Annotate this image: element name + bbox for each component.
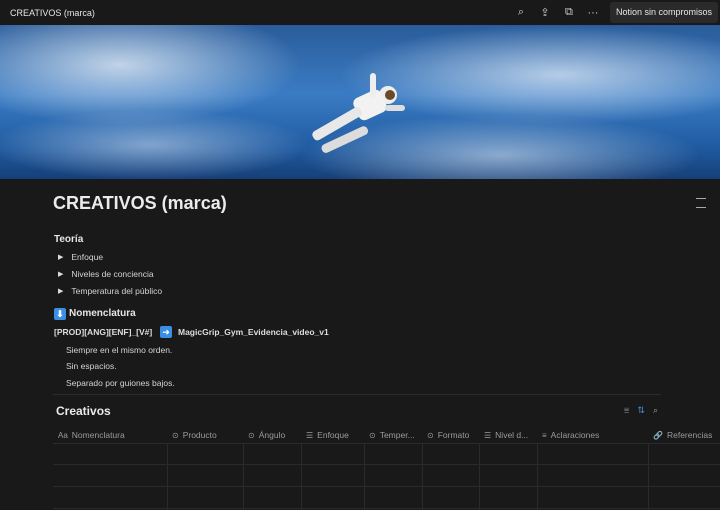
rule-note: Separado por guiones bajos. [66,378,175,388]
database-toolbar: ⩸ ⇅ ⌕ [624,405,658,416]
right-arrow-icon: ➜ [160,326,172,338]
toggle-label: Enfoque [71,252,104,262]
table-header: Aa Nomenclatura ⊙ Producto ⊙ Ángulo ☰ Enfoqu… [53,426,720,444]
table-row[interactable] [53,444,720,465]
column-label: Nivel d... [495,430,529,440]
duplicate-icon[interactable]: ⧉ [562,6,576,19]
column-header-producto[interactable]: ⊙ Producto [167,426,243,444]
more-icon[interactable]: ··· [586,7,600,19]
toggle-triangle-icon[interactable]: ▶ [58,287,63,295]
column-divider [648,444,649,510]
column-label: Temper... [379,430,415,440]
column-header-formato[interactable]: ⊙ Formato [422,426,479,444]
multi-select-icon: ☰ [306,430,314,440]
top-bar: CREATIVOS (marca) ⌕ ⇪ ⧉ ··· Notion sin c… [0,0,720,25]
search-icon[interactable]: ⌕ [514,6,528,19]
column-divider [301,444,302,510]
table-row[interactable] [53,488,720,509]
column-label: Formato [437,430,470,440]
column-divider [243,444,244,510]
column-divider [167,444,168,510]
filter-icon[interactable]: ⩸ [624,405,629,416]
toggle-enfoque[interactable]: ▶ Enfoque [58,252,103,262]
column-divider [479,444,480,510]
toggle-triangle-icon[interactable]: ▶ [58,270,63,278]
column-header-referencias[interactable]: 🔗 Referencias [648,426,720,444]
column-label: Referencias [666,430,713,440]
select-property-icon: ⊙ [248,430,255,440]
column-label: Nomenclatura [71,430,125,440]
column-label: Enfoque [317,430,349,440]
column-header-temperatura[interactable]: ⊙ Temper... [364,426,422,444]
rule-note: Siempre en el mismo orden. [66,345,173,355]
column-divider [537,444,538,510]
nomenclatura-heading: ⬇ Nomenclatura [54,308,136,320]
nomenclatura-heading-text: Nomenclatura [69,308,136,319]
select-property-icon: ⊙ [172,430,179,440]
notion-promo-button[interactable]: Notion sin compromisos [609,2,718,23]
sort-icon[interactable]: ⇅ [637,405,645,416]
page-title: CREATIVOS (marca) [53,193,227,213]
toggle-label: Temperatura del público [71,286,163,296]
column-label: Ángulo [258,430,286,440]
select-property-icon: ⊙ [369,430,376,440]
database-title[interactable]: Creativos [56,404,111,418]
toggle-label: Niveles de conciencia [71,269,154,279]
down-arrow-icon: ⬇ [54,308,66,320]
search-icon[interactable]: ⌕ [653,405,658,416]
table-of-contents-icon[interactable] [696,198,706,208]
toggle-temperatura[interactable]: ▶ Temperatura del público [58,286,162,296]
text-lines-icon: ≡ [542,430,547,440]
multi-select-icon: ☰ [484,430,492,440]
text-property-icon: Aa [58,430,68,440]
toggle-triangle-icon[interactable]: ▶ [58,253,63,261]
column-header-nivel[interactable]: ☰ Nivel d... [479,426,537,444]
select-property-icon: ⊙ [427,430,434,440]
rule-note: Sin espacios. [66,361,117,371]
cover-image [0,25,720,179]
teoria-heading: Teoría [54,234,84,245]
share-icon[interactable]: ⇪ [538,6,552,19]
toggle-niveles[interactable]: ▶ Niveles de conciencia [58,269,154,279]
column-header-nomenclatura[interactable]: Aa Nomenclatura [53,426,167,444]
naming-example: MagicGrip_Gym_Evidencia_video_v1 [178,327,329,337]
column-header-aclaraciones[interactable]: ≡ Aclaraciones [537,426,648,444]
naming-pattern: [PROD][ANG][ENF]_[V#] [54,327,153,337]
astronaut-image [312,73,405,153]
divider [53,394,661,395]
table-row[interactable] [53,466,720,487]
column-divider [364,444,365,510]
column-header-angulo[interactable]: ⊙ Ángulo [243,426,301,444]
column-label: Aclaraciones [550,430,600,440]
link-icon: 🔗 [653,430,663,440]
column-label: Producto [182,430,217,440]
column-divider [422,444,423,510]
breadcrumb-page-title[interactable]: CREATIVOS (marca) [10,8,95,18]
column-header-enfoque[interactable]: ☰ Enfoque [301,426,364,444]
